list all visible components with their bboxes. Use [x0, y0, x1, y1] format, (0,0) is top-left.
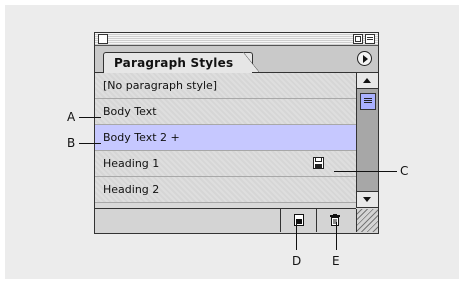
paragraph-styles-panel: Paragraph Styles [No paragraph style] Bo…	[94, 32, 379, 234]
callout-a: A	[67, 110, 76, 124]
callout-c: C	[400, 164, 409, 178]
panel-titlebar[interactable]	[95, 33, 378, 46]
panel-tab-bar: Paragraph Styles	[95, 46, 378, 73]
callout-b-line	[79, 143, 101, 144]
scroll-thumb[interactable]	[360, 93, 376, 110]
callout-d-line	[296, 222, 297, 250]
close-box-icon[interactable]	[98, 34, 108, 44]
list-item[interactable]: [No paragraph style]	[95, 73, 356, 99]
list-item[interactable]: Heading 1	[95, 151, 356, 177]
tab-paragraph-styles[interactable]: Paragraph Styles	[103, 52, 253, 73]
styles-list: [No paragraph style] Body Text Body Text…	[95, 73, 356, 209]
collapse-box-icon[interactable]	[365, 34, 375, 44]
scroll-down-icon[interactable]	[357, 191, 378, 207]
style-name: Body Text	[103, 105, 157, 118]
callout-a-line	[79, 117, 101, 118]
scroll-up-icon[interactable]	[357, 73, 378, 89]
panel-menu-arrow-icon[interactable]	[357, 51, 372, 66]
callout-e: E	[332, 254, 340, 268]
resize-grip-icon[interactable]	[356, 209, 378, 232]
style-name: Heading 1	[103, 157, 160, 170]
vertical-scrollbar[interactable]	[356, 73, 378, 208]
tab-label: Paragraph Styles	[114, 56, 234, 70]
new-style-button[interactable]	[280, 209, 316, 232]
disk-icon	[313, 157, 324, 169]
list-item-selected[interactable]: Body Text 2 +	[95, 125, 356, 151]
style-name: [No paragraph style]	[103, 79, 218, 92]
callout-e-line	[336, 222, 337, 250]
callout-c-line	[334, 171, 397, 172]
list-item[interactable]: Body Text	[95, 99, 356, 125]
callout-d: D	[292, 254, 302, 268]
zoom-box-icon[interactable]	[353, 34, 363, 44]
callout-b: B	[67, 136, 76, 150]
list-item[interactable]: Heading 2	[95, 177, 356, 203]
style-name: Heading 2	[103, 183, 160, 196]
trash-icon	[330, 214, 340, 226]
delete-style-button[interactable]	[316, 209, 352, 232]
style-name: Body Text 2 +	[103, 131, 180, 144]
